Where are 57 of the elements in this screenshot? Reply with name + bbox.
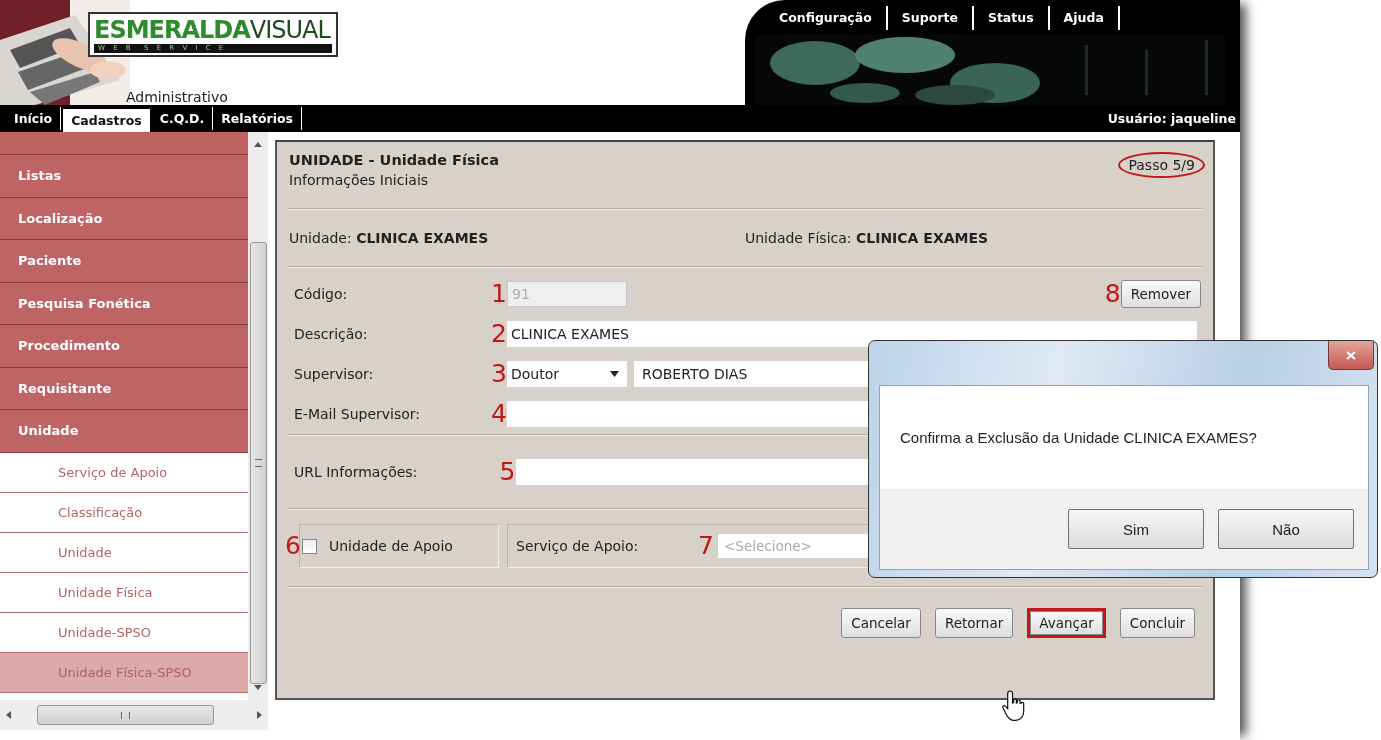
form-button[interactable]: Cancelar bbox=[841, 608, 921, 638]
menu-item[interactable]: Unidade-SPSO bbox=[0, 612, 248, 653]
dialog-button[interactable]: Não bbox=[1218, 509, 1354, 549]
menu-category[interactable]: Listas bbox=[0, 155, 248, 198]
header-link[interactable]: Suporte bbox=[887, 5, 974, 30]
field-label: E-Mail Supervisor: bbox=[294, 406, 422, 422]
menu-category[interactable]: Unidade bbox=[0, 410, 248, 453]
nav-tab[interactable]: Início bbox=[6, 107, 62, 130]
nav-tab[interactable]: Cadastros bbox=[63, 109, 150, 132]
nav-tab[interactable]: C.Q.D. bbox=[151, 107, 214, 130]
form-subtitle: Informações Iniciais bbox=[289, 172, 430, 188]
form-title: UNIDADE - Unidade Física bbox=[289, 152, 499, 168]
header-link[interactable]: Ajuda bbox=[1049, 5, 1120, 30]
menu-category[interactable]: Requisitante bbox=[0, 367, 248, 410]
annotation-number: 7 bbox=[697, 533, 714, 559]
annotation-number: 1 bbox=[490, 281, 507, 307]
form-button[interactable]: Avançar bbox=[1027, 608, 1106, 638]
form-button[interactable]: Retornar bbox=[934, 608, 1014, 638]
field-label: URL Informações: bbox=[294, 464, 419, 480]
annotation-number: 3 bbox=[490, 361, 507, 387]
field-label: Supervisor: bbox=[294, 366, 375, 382]
menu-item[interactable]: Serviço de Apoio bbox=[0, 452, 248, 493]
unit-info: Unidade: CLINICA EXAMES bbox=[289, 230, 490, 246]
menu-item[interactable]: Unidade bbox=[0, 532, 248, 573]
annotation-number: 4 bbox=[490, 401, 507, 427]
nav-tab[interactable]: Relatórios bbox=[213, 107, 303, 130]
module-title: Administrativo bbox=[125, 89, 229, 105]
annotation-number: 6 bbox=[285, 533, 299, 559]
annotation-number: 5 bbox=[498, 459, 516, 485]
header-link[interactable]: Configuração bbox=[765, 5, 888, 30]
dialog-message: Confirma a Exclusão da Unidade CLINICA EXAMES? bbox=[900, 429, 1257, 446]
menu-item[interactable]: Unidade Física bbox=[0, 572, 248, 613]
menu-category[interactable]: Procedimento bbox=[0, 325, 248, 368]
menu-category[interactable]: Paciente bbox=[0, 240, 248, 283]
close-button[interactable] bbox=[1328, 341, 1374, 370]
close-icon bbox=[1346, 350, 1356, 360]
menu-category[interactable]: Pesquisa Fonética bbox=[0, 282, 248, 325]
annotation-number: 8 bbox=[1103, 281, 1121, 307]
menu-category[interactable]: Localização bbox=[0, 197, 248, 240]
menu-item[interactable]: Classificação bbox=[0, 492, 248, 533]
vertical-scrollbar[interactable] bbox=[248, 132, 268, 700]
checkbox[interactable] bbox=[302, 538, 317, 554]
header-link[interactable]: Status bbox=[973, 5, 1050, 30]
checkbox-label: Unidade de Apoio bbox=[329, 538, 453, 554]
physical-unit-info: Unidade Física: CLINICA EXAMES bbox=[745, 230, 990, 246]
form-button[interactable]: Concluir bbox=[1119, 608, 1195, 638]
user-label: Usuário: jaqueline bbox=[1107, 111, 1237, 126]
horizontal-scrollbar[interactable] bbox=[0, 700, 268, 730]
remove-button[interactable]: Remover bbox=[1120, 280, 1201, 308]
field-label: Descrição: bbox=[294, 326, 369, 342]
title-dropdown[interactable]: Doutor bbox=[507, 361, 627, 387]
annotation-number: 2 bbox=[490, 321, 507, 347]
step-indicator: Passo 5/9 bbox=[1118, 152, 1205, 178]
field-label: Serviço de Apoio: bbox=[516, 538, 640, 554]
field-label: Código: bbox=[294, 286, 349, 302]
dialog-button[interactable]: Sim bbox=[1068, 509, 1204, 549]
caret-icon bbox=[610, 371, 619, 377]
